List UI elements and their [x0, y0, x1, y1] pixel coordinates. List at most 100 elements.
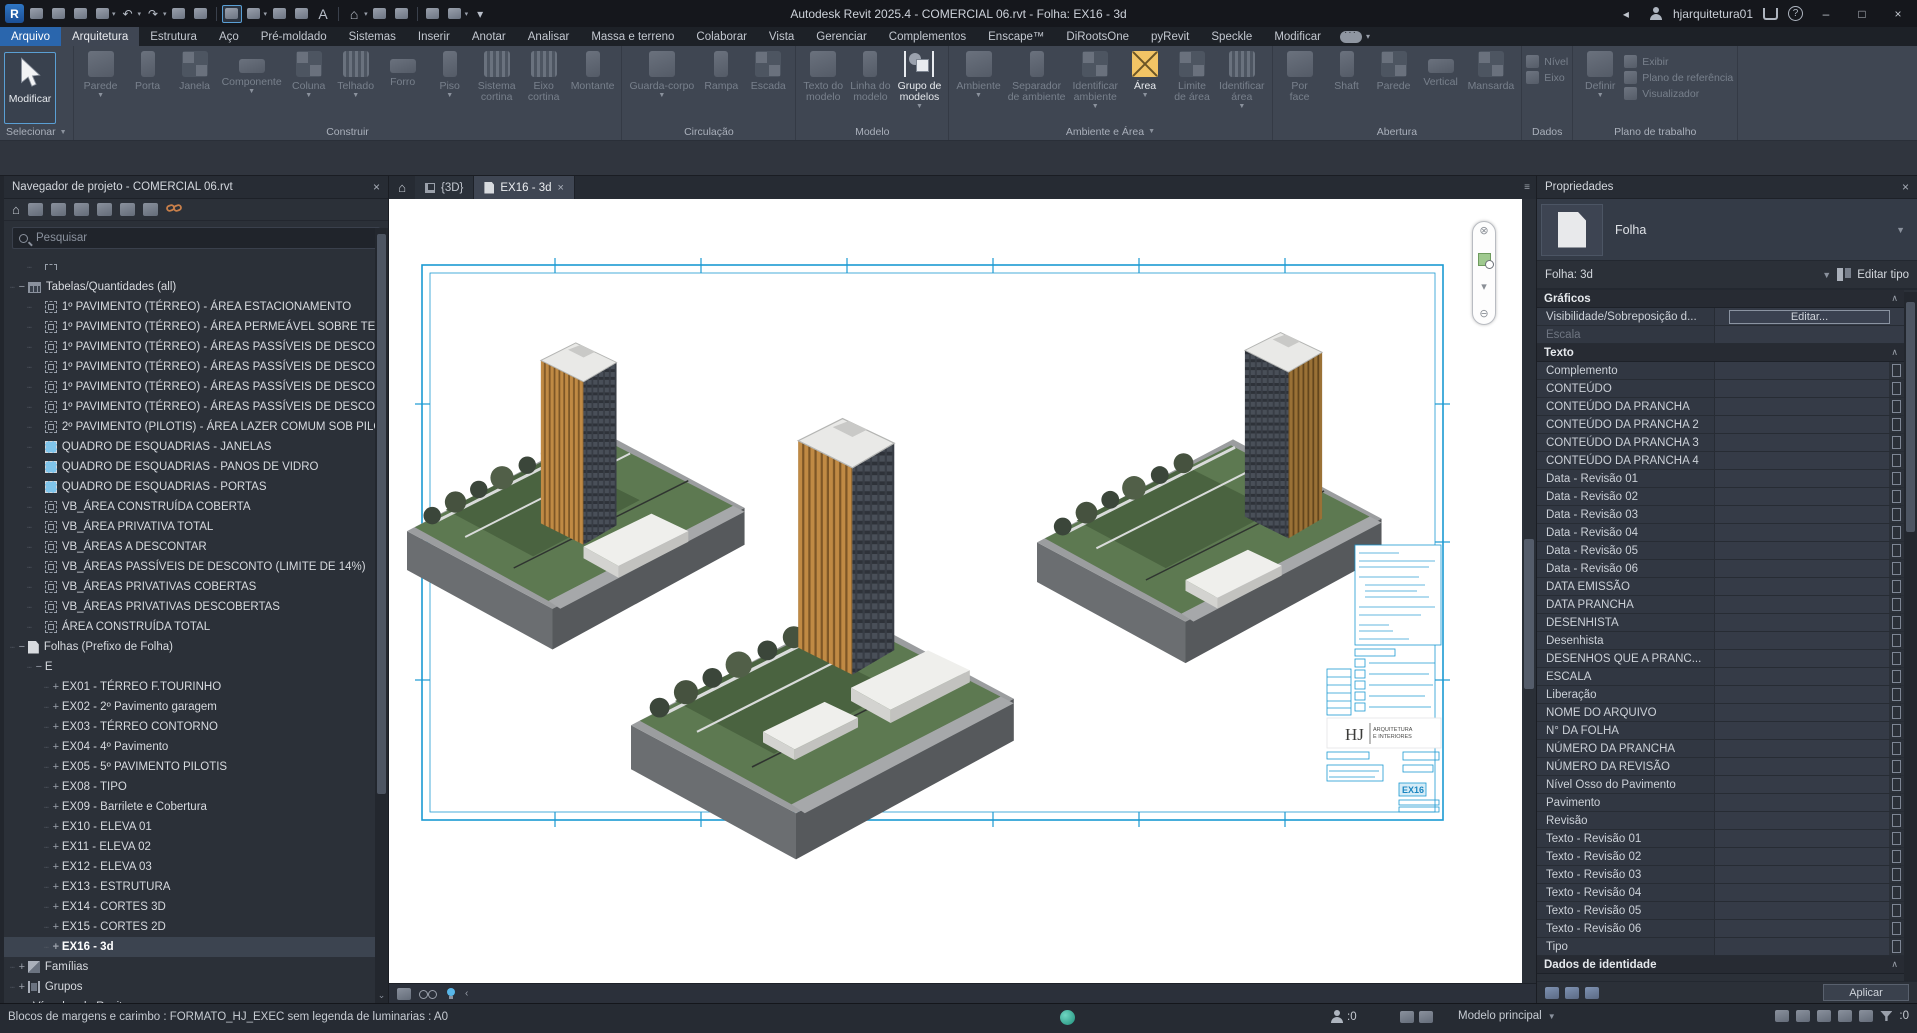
- ribbon-tab-arquitetura[interactable]: Arquitetura: [61, 27, 139, 46]
- project-home-icon[interactable]: ⌂: [12, 203, 20, 216]
- export-icon[interactable]: [191, 5, 211, 23]
- ribbon-tab-modificar[interactable]: Modificar: [1263, 27, 1332, 46]
- property-value-box[interactable]: [1892, 652, 1901, 665]
- tag-icon[interactable]: [291, 5, 311, 23]
- level-button[interactable]: Nível: [1526, 55, 1568, 68]
- floor-button[interactable]: Piso▼: [427, 49, 473, 99]
- select-by-face-toggle-icon[interactable]: [1838, 1010, 1852, 1022]
- cloud-icon[interactable]: [1340, 31, 1362, 43]
- railing-button[interactable]: Guarda-corpo▼: [626, 49, 697, 99]
- account-icon[interactable]: [1649, 7, 1663, 21]
- navbar-minimize-icon[interactable]: ⊖: [1479, 309, 1488, 320]
- ribbon-tab-enscape-[interactable]: Enscape™: [977, 27, 1055, 46]
- property-value[interactable]: [1715, 506, 1889, 523]
- ribbon-tab-arquivo[interactable]: Arquivo: [0, 27, 61, 46]
- wall-opening-button[interactable]: Parede: [1371, 49, 1417, 92]
- design-options-selector[interactable]: Modelo principal ▼: [1458, 1010, 1556, 1022]
- property-value[interactable]: [1715, 776, 1889, 793]
- tree-item-ex15-cortes-2d[interactable]: ┄+EX15 - CORTES 2D: [4, 917, 388, 937]
- property-value[interactable]: [1715, 758, 1889, 775]
- tree-item-folhas-prefixo-de-folha-[interactable]: ┄−Folhas (Prefixo de Folha): [4, 637, 388, 657]
- collapse-icon[interactable]: −: [33, 661, 45, 673]
- property-value[interactable]: [1715, 794, 1889, 811]
- property-value-box[interactable]: [1892, 814, 1901, 827]
- minimize-button[interactable]: –: [1813, 7, 1839, 21]
- expand-icon[interactable]: +: [50, 741, 62, 753]
- property-value-box[interactable]: [1892, 454, 1901, 467]
- wall-button[interactable]: Parede▼: [78, 49, 124, 99]
- undo-icon[interactable]: ↶: [118, 5, 138, 23]
- stair-button[interactable]: Escada: [745, 49, 791, 92]
- expand-icon[interactable]: +: [16, 961, 28, 973]
- dormer-button[interactable]: Mansarda: [1465, 49, 1518, 92]
- property-value-box[interactable]: [1892, 562, 1901, 575]
- ribbon-tab-inserir[interactable]: Inserir: [407, 27, 461, 46]
- tree-item-1-pavimento-t-rreo-rea-perme-vel-sobre-t[interactable]: ┄1º PAVIMENTO (TÉRREO) - ÁREA PERMEÁVEL …: [4, 317, 388, 337]
- collapse-icon[interactable]: −: [16, 281, 28, 293]
- tree-item-quadro-de-esquadrias-portas[interactable]: ┄QUADRO DE ESQUADRIAS - PORTAS: [4, 477, 388, 497]
- property-value[interactable]: [1715, 578, 1889, 595]
- property-value-box[interactable]: [1892, 526, 1901, 539]
- panel-caption-abertura[interactable]: Abertura: [1273, 123, 1522, 140]
- curtain-grid-button[interactable]: Eixocortina: [521, 49, 567, 103]
- panel-caption-dados[interactable]: Dados: [1522, 123, 1572, 140]
- set-workplane-button[interactable]: Definir▼: [1577, 49, 1623, 99]
- expand-icon[interactable]: +: [50, 901, 62, 913]
- open-icon[interactable]: [48, 5, 68, 23]
- expand-icon[interactable]: +: [50, 781, 62, 793]
- tree-item-ex01-t-rreo-f-tourinho[interactable]: ┄+EX01 - TÉRREO F.TOURINHO: [4, 677, 388, 697]
- room-button[interactable]: Ambiente▼: [953, 49, 1003, 99]
- tree-item-ex12-eleva-03[interactable]: ┄+EX12 - ELEVA 03: [4, 857, 388, 877]
- room-separator-button[interactable]: Separadorde ambiente: [1005, 49, 1069, 103]
- close-hidden-windows-icon[interactable]: [423, 5, 443, 23]
- expand-icon[interactable]: +: [50, 721, 62, 733]
- area-button[interactable]: Área▼: [1122, 49, 1168, 99]
- panel-caption-construir[interactable]: Construir: [74, 123, 622, 140]
- tree-item-1-pavimento-t-rreo-reas-pass-veis-de-des[interactable]: ┄1º PAVIMENTO (TÉRREO) - ÁREAS PASSÍVEIS…: [4, 377, 388, 397]
- property-value-box[interactable]: [1892, 544, 1901, 557]
- project-browser-close-icon[interactable]: ×: [373, 180, 380, 194]
- ribbon-tab-massa-e-terreno[interactable]: Massa e terreno: [580, 27, 685, 46]
- property-value-box[interactable]: [1892, 436, 1901, 449]
- property-value[interactable]: [1715, 740, 1889, 757]
- collapse-chevron-icon[interactable]: ∧: [1891, 959, 1896, 970]
- property-value-box[interactable]: [1892, 886, 1901, 899]
- property-value-box[interactable]: [1892, 580, 1901, 593]
- panel-caption-ambiente-e-rea[interactable]: Ambiente e Área▼: [949, 123, 1271, 140]
- property-value[interactable]: [1715, 686, 1889, 703]
- ribbon-tab-anotar[interactable]: Anotar: [461, 27, 517, 46]
- property-value-box[interactable]: [1892, 598, 1901, 611]
- navbar-dropdown-icon[interactable]: ▾: [1481, 282, 1487, 293]
- property-value[interactable]: [1715, 848, 1889, 865]
- ribbon-tab-pyrevit[interactable]: pyRevit: [1140, 27, 1200, 46]
- ribbon-tab-vista[interactable]: Vista: [758, 27, 805, 46]
- property-value[interactable]: [1715, 920, 1889, 937]
- tree-item-vb-reas-privativas-cobertas[interactable]: ┄VB_ÁREAS PRIVATIVAS COBERTAS: [4, 577, 388, 597]
- zoom-region-icon[interactable]: [1478, 253, 1491, 266]
- ribbon-tab-gerenciar[interactable]: Gerenciar: [805, 27, 878, 46]
- infocenter-collapse-icon[interactable]: ◂: [1613, 7, 1639, 21]
- properties-option-icon-1[interactable]: [1545, 987, 1559, 999]
- ribbon-tab-analisar[interactable]: Analisar: [517, 27, 581, 46]
- property-value[interactable]: [1715, 902, 1889, 919]
- property-value[interactable]: [1715, 488, 1889, 505]
- property-value-box[interactable]: [1892, 382, 1901, 395]
- ribbon-tab-pr-moldado[interactable]: Pré-moldado: [250, 27, 338, 46]
- tree-item-ex16-3d[interactable]: ┄+EX16 - 3d: [4, 937, 388, 957]
- ribbon-tab-sistemas[interactable]: Sistemas: [338, 27, 407, 46]
- tree-item-1-pavimento-t-rreo-reas-pass-veis-de-des[interactable]: ┄1º PAVIMENTO (TÉRREO) - ÁREAS PASSÍVEIS…: [4, 337, 388, 357]
- property-value[interactable]: [1715, 542, 1889, 559]
- revit-logo-icon[interactable]: R: [5, 4, 24, 23]
- property-value-box[interactable]: [1892, 832, 1901, 845]
- instance-chevron-icon[interactable]: ▼: [1822, 270, 1831, 280]
- ribbon-tab-estrutura[interactable]: Estrutura: [139, 27, 208, 46]
- property-value[interactable]: [1715, 632, 1889, 649]
- property-value-box[interactable]: [1892, 634, 1901, 647]
- maximize-button[interactable]: □: [1849, 7, 1875, 21]
- tree-item-quadro-de-esquadrias-panos-de-vidro[interactable]: ┄QUADRO DE ESQUADRIAS - PANOS DE VIDRO: [4, 457, 388, 477]
- view-marker-icon[interactable]: [370, 5, 390, 23]
- tree-item-2-pavimento-pilotis-rea-lazer-comum-sob-[interactable]: ┄2º PAVIMENTO (PILOTIS) - ÁREA LAZER COM…: [4, 417, 388, 437]
- ribbon-tab-colaborar[interactable]: Colaborar: [685, 27, 758, 46]
- navigation-bar[interactable]: ⊗ ▾ ⊖: [1472, 221, 1496, 325]
- select-tool-icon[interactable]: [222, 5, 242, 23]
